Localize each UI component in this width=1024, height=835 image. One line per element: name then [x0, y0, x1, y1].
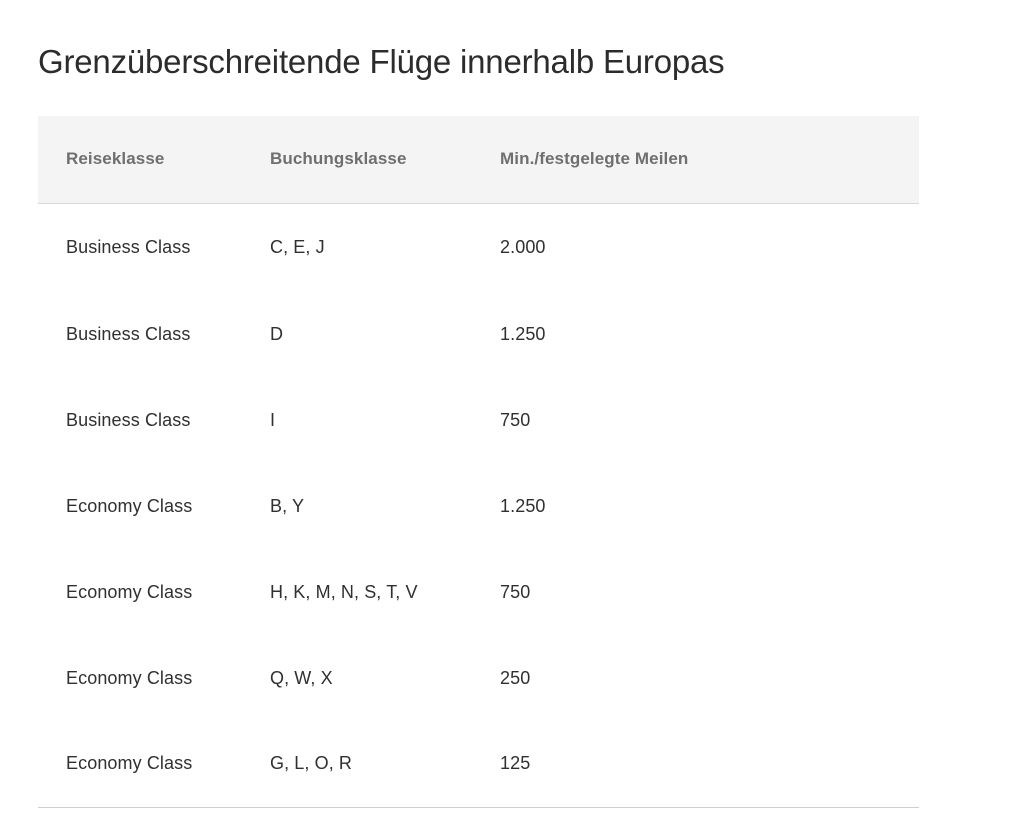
cell-travel-class: Economy Class [38, 721, 242, 808]
cell-booking-class: B, Y [270, 495, 305, 516]
table-header-row: Reiseklasse Buchungsklasse Min./festgele… [38, 116, 919, 204]
cell-travel-class: Business Class [66, 409, 191, 430]
cell-miles: 125 [472, 721, 919, 808]
page-title: Grenzüberschreitende Flüge innerhalb Eur… [38, 43, 725, 81]
cell-miles: 250 [500, 667, 531, 688]
cell-booking-class: C, E, J [270, 236, 325, 257]
table-row: Economy Class H, K, M, N, S, T, V 750 [38, 549, 919, 635]
page-root: Grenzüberschreitende Flüge innerhalb Eur… [0, 0, 1024, 835]
cell-miles: 1.250 [500, 323, 546, 344]
table-row: Economy Class Q, W, X 250 [38, 635, 919, 721]
table-row: Business Class I 750 [38, 377, 919, 463]
cell-travel-class: Business Class [66, 323, 191, 344]
table-header: Reiseklasse Buchungsklasse Min./festgele… [38, 116, 919, 204]
miles-table: Reiseklasse Buchungsklasse Min./festgele… [38, 116, 919, 808]
cell-travel-class: Business Class [66, 236, 191, 257]
table-body: Business Class C, E, J 2.000 Business Cl… [38, 203, 919, 808]
cell-booking-class: G, L, O, R [242, 721, 472, 808]
cell-travel-class: Economy Class [66, 495, 193, 516]
column-header-miles: Min./festgelegte Meilen [472, 116, 919, 204]
cell-booking-class: D [270, 323, 284, 344]
table-row: Economy Class B, Y 1.250 [38, 463, 919, 549]
miles-table-container: Reiseklasse Buchungsklasse Min./festgele… [38, 116, 919, 808]
cell-miles: 750 [500, 581, 531, 602]
cell-miles: 750 [500, 409, 531, 430]
table-row: Business Class D 1.250 [38, 291, 919, 377]
cell-booking-class: H, K, M, N, S, T, V [270, 581, 418, 602]
cell-booking-class: Q, W, X [270, 667, 333, 688]
cell-travel-class: Economy Class [66, 667, 193, 688]
column-header-booking-class: Buchungsklasse [242, 116, 472, 204]
cell-miles: 1.250 [500, 495, 546, 516]
column-header-travel-class: Reiseklasse [38, 116, 242, 204]
table-row: Economy Class G, L, O, R 125 [38, 721, 919, 808]
table-row: Business Class C, E, J 2.000 [38, 203, 919, 291]
cell-booking-class: I [270, 409, 276, 430]
cell-travel-class: Economy Class [66, 581, 193, 602]
cell-miles: 2.000 [500, 236, 546, 257]
